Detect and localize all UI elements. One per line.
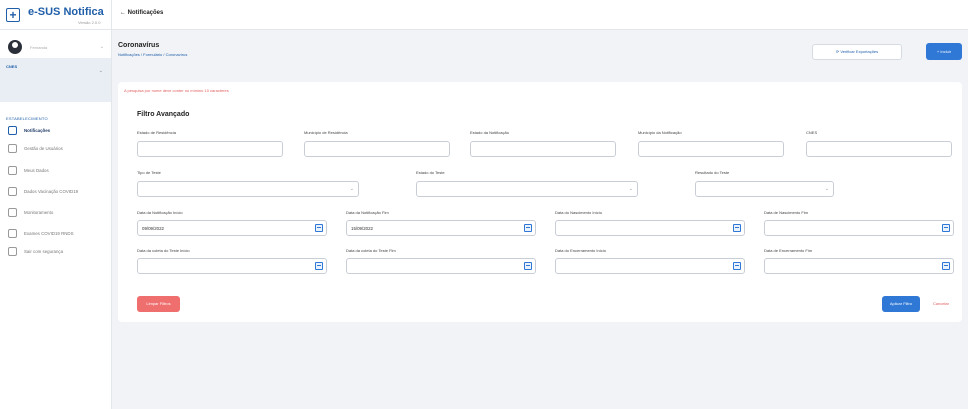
breadcrumb[interactable]: Notificações / Formulário / Coronavírus	[118, 52, 187, 57]
field-label: Município de Residência	[304, 130, 348, 135]
id-card-icon	[8, 166, 17, 175]
municipio-residencia-input[interactable]	[304, 141, 450, 157]
calendar-icon[interactable]	[524, 262, 532, 270]
cancel-button[interactable]: Cancelar	[926, 296, 956, 312]
sidebar-section-title: ESTABELECIMENTO	[6, 116, 48, 121]
page-title: Coronavírus	[118, 42, 160, 49]
user-name: Fernanda	[30, 45, 48, 50]
cnes-selector[interactable]: CNES ⌄	[0, 58, 111, 102]
chevron-down-icon: ⌄	[824, 186, 829, 192]
data-notificacao-fim-input[interactable]: 15/09/2022	[346, 220, 536, 236]
calendar-icon[interactable]	[315, 224, 323, 232]
field-label: Data da Notificação Início	[137, 210, 183, 215]
sidebar-item-label: Exames COVID19 RNDS	[24, 231, 74, 236]
field-label: Data de Nascimento Fim	[764, 210, 809, 215]
monitor-icon	[8, 208, 17, 217]
sidebar-item-meus-dados[interactable]: Meus Dados	[8, 165, 108, 177]
municipio-notificacao-input[interactable]	[638, 141, 784, 157]
sidebar: Fernanda ⌄ CNES ⌄ ESTABELECIMENTO Notifi…	[0, 30, 112, 409]
data-coleta-inicio-input[interactable]	[137, 258, 327, 274]
cross-icon: +	[6, 8, 20, 22]
chevron-down-icon: ⌄	[98, 68, 103, 74]
field-label: Estado do Teste	[416, 170, 445, 175]
chevron-down-icon: ⌄	[99, 44, 104, 50]
top-bar: + e-SUS Notifica Versão 2.0.0 ← Notifica…	[0, 0, 968, 30]
tipo-teste-select[interactable]: ⌄	[137, 181, 359, 197]
filter-card: A pesquisa por nome deve conter no mínim…	[118, 82, 962, 322]
verify-exports-button[interactable]: ⟳ Verificar Exportações	[812, 44, 902, 60]
calendar-icon[interactable]	[315, 262, 323, 270]
lab-icon	[8, 229, 17, 238]
refresh-icon: ⟳	[835, 49, 840, 54]
document-icon	[8, 126, 17, 135]
arrow-left-icon: ←	[120, 10, 126, 16]
syringe-icon	[8, 187, 17, 196]
field-label: Tipo de Teste	[137, 170, 161, 175]
data-nascimento-inicio-input[interactable]	[555, 220, 745, 236]
estado-notificacao-input[interactable]	[470, 141, 616, 157]
apply-filter-button[interactable]: Aplicar Filtro	[882, 296, 920, 312]
sidebar-item-notificacoes[interactable]: Notificações	[8, 125, 108, 137]
sidebar-item-label: Monitoramento	[24, 210, 54, 215]
field-label: Data do Encerramento Início	[555, 248, 606, 253]
sidebar-item-label: Meus Dados	[24, 168, 49, 173]
field-label: Município da Notificação	[638, 130, 682, 135]
cnes-input[interactable]	[806, 141, 952, 157]
page-header: Coronavírus Notificações / Formulário / …	[112, 30, 968, 74]
cnes-label: CNES	[6, 64, 18, 69]
data-notificacao-inicio-input[interactable]: 09/09/2022	[137, 220, 327, 236]
clear-filters-button[interactable]: Limpar Filtros	[137, 296, 180, 312]
sidebar-item-exames[interactable]: Exames COVID19 RNDS	[8, 228, 108, 240]
sidebar-item-label: Notificações	[24, 128, 51, 133]
plus-icon: +	[936, 49, 940, 54]
field-label: CNES	[806, 130, 818, 135]
chevron-down-icon: ⌄	[349, 186, 354, 192]
field-label: Resultado do Teste	[695, 170, 730, 175]
calendar-icon[interactable]	[524, 224, 532, 232]
field-label: Data de Encerramento Fim	[764, 248, 813, 253]
sidebar-item-gestao-usuarios[interactable]: Gestão de Usuários	[8, 143, 108, 155]
field-label: Data da coleta do Teste Início	[137, 248, 190, 253]
brand-version: Versão 2.0.0	[78, 20, 101, 25]
back-label: Notificações	[127, 10, 164, 16]
avatar	[8, 40, 22, 54]
sidebar-item-vacinacao[interactable]: Dados Vacinação COVID19	[8, 186, 108, 198]
estado-residencia-input[interactable]	[137, 141, 283, 157]
sidebar-item-label: Dados Vacinação COVID19	[24, 189, 79, 194]
field-label: Data do Nascimento Início	[555, 210, 602, 215]
field-label: Data da coleta do Teste Fim	[346, 248, 396, 253]
include-button[interactable]: + Incluir	[926, 43, 962, 60]
calendar-icon[interactable]	[942, 224, 950, 232]
user-menu[interactable]: Fernanda ⌄	[8, 40, 104, 56]
sidebar-item-monitoramento[interactable]: Monitoramento	[8, 207, 108, 219]
users-icon	[8, 144, 17, 153]
sidebar-item-label: Gestão de Usuários	[24, 146, 63, 151]
field-label: Estado de Residência	[137, 130, 176, 135]
brand-logo[interactable]: + e-SUS Notifica Versão 2.0.0	[0, 0, 112, 30]
calendar-icon[interactable]	[942, 262, 950, 270]
chevron-down-icon: ⌄	[628, 186, 633, 192]
logout-icon	[8, 247, 17, 256]
brand-name: e-SUS Notifica	[28, 6, 104, 18]
back-link[interactable]: ← Notificações	[120, 10, 163, 16]
field-label: Data da Notificação Fim	[346, 210, 389, 215]
field-label: Estado da Notificação	[470, 130, 509, 135]
estado-teste-select[interactable]: ⌄	[416, 181, 638, 197]
resultado-teste-select[interactable]: ⌄	[695, 181, 834, 197]
sidebar-item-label: Sair com segurança	[24, 249, 64, 254]
data-encerramento-inicio-input[interactable]	[555, 258, 745, 274]
calendar-icon[interactable]	[733, 224, 741, 232]
date-value: 09/09/2022	[142, 226, 164, 231]
date-value: 15/09/2022	[351, 226, 373, 231]
calendar-icon[interactable]	[733, 262, 741, 270]
data-coleta-fim-input[interactable]	[346, 258, 536, 274]
sidebar-item-sair[interactable]: Sair com segurança	[8, 246, 108, 258]
data-nascimento-fim-input[interactable]	[764, 220, 954, 236]
filter-title: Filtro Avançado	[137, 111, 190, 118]
search-warning: A pesquisa por nome deve conter no mínim…	[124, 88, 229, 93]
data-encerramento-fim-input[interactable]	[764, 258, 954, 274]
